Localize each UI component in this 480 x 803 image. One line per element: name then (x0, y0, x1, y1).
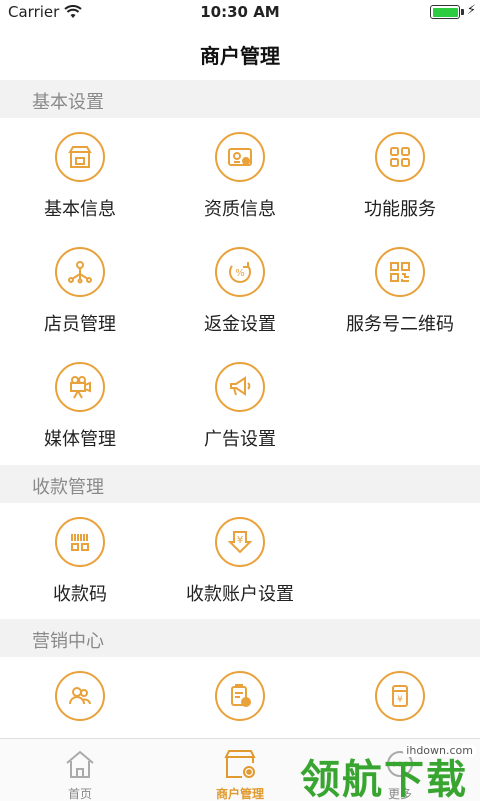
watermark-logo: 领航下载 (300, 757, 468, 803)
svg-text:¥: ¥ (237, 535, 243, 546)
section-title: 收款管理 (32, 477, 104, 498)
status-bar: Carrier 10:30 AM ⚡ (0, 0, 480, 26)
menu-item-payment-code[interactable]: 收款码 (0, 503, 160, 613)
watermark-url: ihdown.com (403, 744, 476, 757)
menu-item-label: 返金设置 (204, 314, 276, 335)
menu-item-ads[interactable]: 广告设置 (160, 348, 320, 458)
section-header-payment: 收款管理 (0, 465, 480, 503)
menu-item-label: 功能服务 (364, 199, 436, 220)
grid-icon (375, 132, 425, 182)
members-icon (55, 671, 105, 721)
clock: 10:30 AM (200, 3, 280, 21)
menu-item-label: 服务号二维码 (346, 314, 454, 335)
section-title: 基本设置 (32, 92, 104, 113)
barcode-icon (55, 517, 105, 567)
yuan-download-icon: ¥ (215, 517, 265, 567)
menu-item-label: 收款账户设置 (186, 584, 294, 605)
menu-item-service-qrcode[interactable]: 服务号二维码 (320, 233, 480, 343)
menu-item-label: 广告设置 (204, 429, 276, 450)
home-icon (62, 747, 98, 785)
menu-item-qualification[interactable]: 资质信息 (160, 118, 320, 228)
certificate-icon (215, 132, 265, 182)
cashback-icon: % (215, 247, 265, 297)
page-title: 商户管理 (200, 44, 280, 68)
tab-merchant-management[interactable]: 商户管理 (160, 739, 320, 801)
svg-text:¥: ¥ (397, 695, 403, 705)
clipboard-icon (215, 671, 265, 721)
menu-item-payment-account[interactable]: ¥ 收款账户设置 (160, 503, 320, 613)
section-title: 营销中心 (32, 631, 104, 652)
svg-text:%: % (235, 268, 245, 279)
menu-item-media[interactable]: 媒体管理 (0, 348, 160, 458)
menu-item-label: 资质信息 (204, 199, 276, 220)
section-header-basic: 基本设置 (0, 80, 480, 118)
menu-item-features[interactable]: 功能服务 (320, 118, 480, 228)
tab-label: 首页 (67, 787, 92, 801)
section-header-marketing: 营销中心 (0, 619, 480, 657)
menu-item-staff[interactable]: 店员管理 (0, 233, 160, 343)
menu-item-basic-info[interactable]: 基本信息 (0, 118, 160, 228)
tab-home[interactable]: 首页 (0, 739, 160, 801)
staff-tree-icon (55, 247, 105, 297)
battery-icon (430, 5, 460, 19)
menu-item-label: 媒体管理 (44, 429, 116, 450)
menu-item-label: 店员管理 (44, 314, 116, 335)
camera-icon (55, 362, 105, 412)
tab-label: 商户管理 (215, 787, 264, 801)
charging-icon: ⚡ (466, 3, 476, 18)
qrcode-icon (375, 247, 425, 297)
battery-tip (461, 9, 464, 15)
menu-item-cashback[interactable]: % 返金设置 (160, 233, 320, 343)
navigation-bar: 商户管理 (0, 26, 480, 80)
megaphone-icon (215, 362, 265, 412)
store-icon (55, 132, 105, 182)
menu-item-label: 基本信息 (44, 199, 116, 220)
menu-item-label: 收款码 (53, 584, 107, 605)
shop-settings-icon (222, 747, 258, 785)
watermark: ihdown.com 领航下载 (300, 712, 480, 800)
